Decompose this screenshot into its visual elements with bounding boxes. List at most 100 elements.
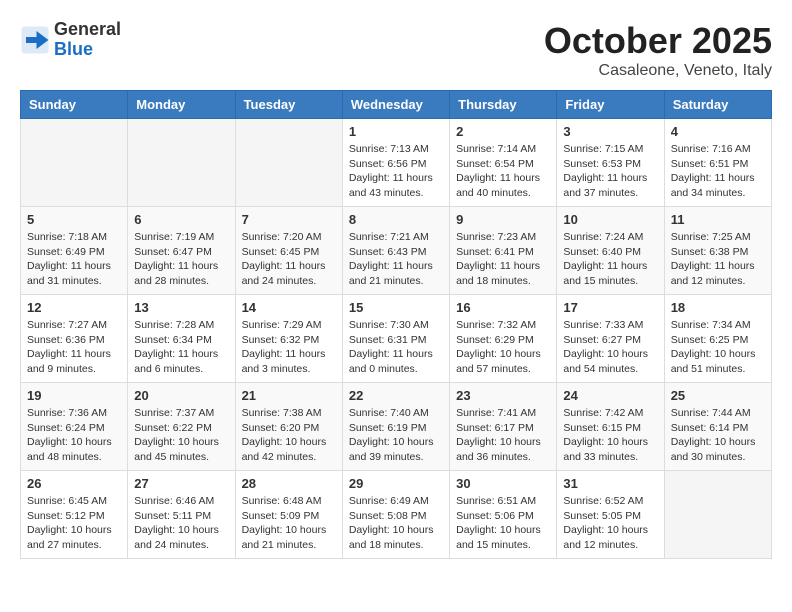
month-title: October 2025 xyxy=(544,20,772,62)
day-number: 24 xyxy=(563,388,657,403)
calendar-cell: 13 Sunrise: 7:28 AM Sunset: 6:34 PM Dayli… xyxy=(128,295,235,383)
calendar-cell: 14 Sunrise: 7:29 AM Sunset: 6:32 PM Dayli… xyxy=(235,295,342,383)
calendar-cell: 19Sunrise: 7:36 AM Sunset: 6:24 PM Dayli… xyxy=(21,383,128,471)
calendar-cell: 4 Sunrise: 7:16 AM Sunset: 6:51 PM Daylig… xyxy=(664,119,771,207)
day-number: 10 xyxy=(563,212,657,227)
weekday-header-row: SundayMondayTuesdayWednesdayThursdayFrid… xyxy=(21,91,772,119)
calendar-cell xyxy=(235,119,342,207)
calendar-week-4: 19Sunrise: 7:36 AM Sunset: 6:24 PM Dayli… xyxy=(21,383,772,471)
calendar-cell: 6 Sunrise: 7:19 AM Sunset: 6:47 PM Daylig… xyxy=(128,207,235,295)
day-info: Sunrise: 7:44 AM Sunset: 6:14 PM Dayligh… xyxy=(671,406,765,465)
day-number: 28 xyxy=(242,476,336,491)
calendar-cell: 12Sunrise: 7:27 AM Sunset: 6:36 PM Dayli… xyxy=(21,295,128,383)
day-number: 13 xyxy=(134,300,228,315)
day-number: 15 xyxy=(349,300,443,315)
day-number: 4 xyxy=(671,124,765,139)
calendar-cell: 15Sunrise: 7:30 AM Sunset: 6:31 PM Dayli… xyxy=(342,295,449,383)
day-info: Sunrise: 7:24 AM Sunset: 6:40 PM Dayligh… xyxy=(563,230,657,289)
day-info: Sunrise: 7:41 AM Sunset: 6:17 PM Dayligh… xyxy=(456,406,550,465)
day-number: 21 xyxy=(242,388,336,403)
day-info: Sunrise: 6:48 AM Sunset: 5:09 PM Dayligh… xyxy=(242,494,336,553)
weekday-header-wednesday: Wednesday xyxy=(342,91,449,119)
day-info: Sunrise: 7:14 AM Sunset: 6:54 PM Dayligh… xyxy=(456,142,550,201)
calendar-cell: 24 Sunrise: 7:42 AM Sunset: 6:15 PM Dayli… xyxy=(557,383,664,471)
day-info: Sunrise: 7:16 AM Sunset: 6:51 PM Dayligh… xyxy=(671,142,765,201)
day-number: 22 xyxy=(349,388,443,403)
title-block: October 2025 Casaleone, Veneto, Italy xyxy=(544,20,772,80)
calendar-cell: 7Sunrise: 7:20 AM Sunset: 6:45 PM Daylig… xyxy=(235,207,342,295)
day-info: Sunrise: 6:51 AM Sunset: 5:06 PM Dayligh… xyxy=(456,494,550,553)
day-number: 9 xyxy=(456,212,550,227)
calendar-cell: 16 Sunrise: 7:32 AM Sunset: 6:29 PM Dayli… xyxy=(450,295,557,383)
day-number: 1 xyxy=(349,124,443,139)
day-number: 20 xyxy=(134,388,228,403)
logo-icon xyxy=(20,25,50,55)
calendar-week-5: 26Sunrise: 6:45 AM Sunset: 5:12 PM Dayli… xyxy=(21,471,772,559)
logo-general: General xyxy=(54,20,121,40)
page-header: General Blue October 2025 Casaleone, Ven… xyxy=(20,20,772,80)
day-number: 17 xyxy=(563,300,657,315)
day-number: 6 xyxy=(134,212,228,227)
day-info: Sunrise: 7:33 AM Sunset: 6:27 PM Dayligh… xyxy=(563,318,657,377)
day-number: 29 xyxy=(349,476,443,491)
calendar-cell: 5 Sunrise: 7:18 AM Sunset: 6:49 PM Daylig… xyxy=(21,207,128,295)
day-number: 3 xyxy=(563,124,657,139)
calendar-cell: 20 Sunrise: 7:37 AM Sunset: 6:22 PM Dayli… xyxy=(128,383,235,471)
logo: General Blue xyxy=(20,20,121,60)
day-info: Sunrise: 7:40 AM Sunset: 6:19 PM Dayligh… xyxy=(349,406,443,465)
day-info: Sunrise: 7:19 AM Sunset: 6:47 PM Dayligh… xyxy=(134,230,228,289)
day-number: 23 xyxy=(456,388,550,403)
weekday-header-sunday: Sunday xyxy=(21,91,128,119)
calendar-table: SundayMondayTuesdayWednesdayThursdayFrid… xyxy=(20,90,772,559)
day-number: 31 xyxy=(563,476,657,491)
calendar-cell xyxy=(128,119,235,207)
day-info: Sunrise: 7:42 AM Sunset: 6:15 PM Dayligh… xyxy=(563,406,657,465)
logo-blue: Blue xyxy=(54,40,121,60)
day-number: 18 xyxy=(671,300,765,315)
day-number: 26 xyxy=(27,476,121,491)
calendar-week-2: 5 Sunrise: 7:18 AM Sunset: 6:49 PM Daylig… xyxy=(21,207,772,295)
calendar-cell: 22 Sunrise: 7:40 AM Sunset: 6:19 PM Dayli… xyxy=(342,383,449,471)
day-number: 8 xyxy=(349,212,443,227)
day-info: Sunrise: 7:28 AM Sunset: 6:34 PM Dayligh… xyxy=(134,318,228,377)
day-number: 19 xyxy=(27,388,121,403)
calendar-cell: 29 Sunrise: 6:49 AM Sunset: 5:08 PM Dayli… xyxy=(342,471,449,559)
day-number: 14 xyxy=(242,300,336,315)
location: Casaleone, Veneto, Italy xyxy=(544,62,772,80)
weekday-header-tuesday: Tuesday xyxy=(235,91,342,119)
day-info: Sunrise: 7:23 AM Sunset: 6:41 PM Dayligh… xyxy=(456,230,550,289)
calendar-cell: 26Sunrise: 6:45 AM Sunset: 5:12 PM Dayli… xyxy=(21,471,128,559)
calendar-cell: 21Sunrise: 7:38 AM Sunset: 6:20 PM Dayli… xyxy=(235,383,342,471)
day-info: Sunrise: 6:49 AM Sunset: 5:08 PM Dayligh… xyxy=(349,494,443,553)
calendar-cell xyxy=(21,119,128,207)
day-info: Sunrise: 7:18 AM Sunset: 6:49 PM Dayligh… xyxy=(27,230,121,289)
day-info: Sunrise: 7:32 AM Sunset: 6:29 PM Dayligh… xyxy=(456,318,550,377)
calendar-cell: 27 Sunrise: 6:46 AM Sunset: 5:11 PM Dayli… xyxy=(128,471,235,559)
calendar-cell: 8 Sunrise: 7:21 AM Sunset: 6:43 PM Daylig… xyxy=(342,207,449,295)
day-info: Sunrise: 7:25 AM Sunset: 6:38 PM Dayligh… xyxy=(671,230,765,289)
day-number: 11 xyxy=(671,212,765,227)
day-number: 12 xyxy=(27,300,121,315)
calendar-cell: 30 Sunrise: 6:51 AM Sunset: 5:06 PM Dayli… xyxy=(450,471,557,559)
calendar-cell: 2Sunrise: 7:14 AM Sunset: 6:54 PM Daylig… xyxy=(450,119,557,207)
weekday-header-saturday: Saturday xyxy=(664,91,771,119)
day-number: 16 xyxy=(456,300,550,315)
calendar-cell: 31Sunrise: 6:52 AM Sunset: 5:05 PM Dayli… xyxy=(557,471,664,559)
day-info: Sunrise: 7:21 AM Sunset: 6:43 PM Dayligh… xyxy=(349,230,443,289)
day-info: Sunrise: 7:29 AM Sunset: 6:32 PM Dayligh… xyxy=(242,318,336,377)
calendar-cell: 18 Sunrise: 7:34 AM Sunset: 6:25 PM Dayli… xyxy=(664,295,771,383)
day-info: Sunrise: 7:20 AM Sunset: 6:45 PM Dayligh… xyxy=(242,230,336,289)
weekday-header-friday: Friday xyxy=(557,91,664,119)
calendar-cell: 3 Sunrise: 7:15 AM Sunset: 6:53 PM Daylig… xyxy=(557,119,664,207)
day-info: Sunrise: 7:34 AM Sunset: 6:25 PM Dayligh… xyxy=(671,318,765,377)
day-number: 5 xyxy=(27,212,121,227)
day-number: 30 xyxy=(456,476,550,491)
day-info: Sunrise: 7:37 AM Sunset: 6:22 PM Dayligh… xyxy=(134,406,228,465)
day-info: Sunrise: 7:15 AM Sunset: 6:53 PM Dayligh… xyxy=(563,142,657,201)
calendar-cell: 10 Sunrise: 7:24 AM Sunset: 6:40 PM Dayli… xyxy=(557,207,664,295)
calendar-cell: 25Sunrise: 7:44 AM Sunset: 6:14 PM Dayli… xyxy=(664,383,771,471)
day-info: Sunrise: 6:46 AM Sunset: 5:11 PM Dayligh… xyxy=(134,494,228,553)
day-number: 27 xyxy=(134,476,228,491)
day-info: Sunrise: 7:13 AM Sunset: 6:56 PM Dayligh… xyxy=(349,142,443,201)
weekday-header-monday: Monday xyxy=(128,91,235,119)
